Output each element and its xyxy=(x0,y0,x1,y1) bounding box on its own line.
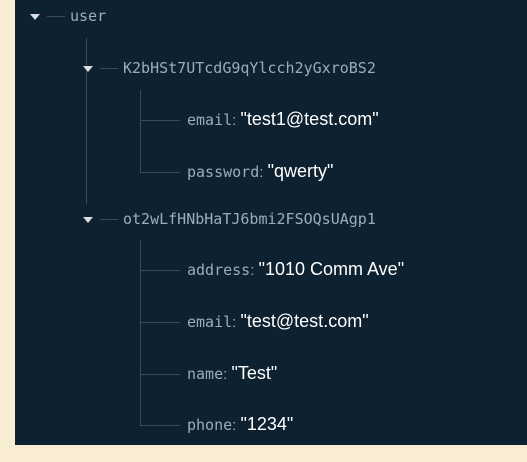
tree-connector xyxy=(140,322,180,323)
field-name-2[interactable]: name: "Test" xyxy=(187,362,277,386)
field-value[interactable]: "qwerty" xyxy=(268,161,334,181)
field-key: address xyxy=(187,261,251,279)
field-key: name xyxy=(187,365,224,383)
field-password-1[interactable]: password: "qwerty" xyxy=(187,160,333,184)
tree-connector xyxy=(140,240,141,425)
field-address-2[interactable]: address: "1010 Comm Ave" xyxy=(187,258,404,282)
field-key: phone xyxy=(187,416,233,434)
tree-connector xyxy=(47,16,65,17)
database-tree-panel: user K2bHSt7UTcdG9qYlcch2yGxroBS2 email:… xyxy=(15,0,527,445)
node-label-uid-2[interactable]: ot2wLfHNbHaTJ6bmi2FSOQsUAgp1 xyxy=(123,209,376,229)
tree-connector xyxy=(100,68,118,69)
tree-connector xyxy=(100,219,118,220)
field-value[interactable]: "1234" xyxy=(241,414,294,434)
field-colon: : xyxy=(259,164,268,181)
collapse-node-1-toggle-icon[interactable] xyxy=(80,61,96,77)
field-colon: : xyxy=(232,314,241,331)
field-key: email xyxy=(187,111,233,129)
field-value[interactable]: "1010 Comm Ave" xyxy=(259,259,405,279)
tree-connector xyxy=(140,374,180,375)
field-colon: : xyxy=(232,112,241,129)
collapse-node-2-toggle-icon[interactable] xyxy=(80,212,96,228)
field-phone-2[interactable]: phone: "1234" xyxy=(187,413,293,437)
field-colon: : xyxy=(250,262,259,279)
collapse-user-toggle-icon[interactable] xyxy=(27,9,43,25)
field-value[interactable]: "test1@test.com" xyxy=(241,109,379,129)
node-label-user[interactable]: user xyxy=(70,6,106,26)
field-colon: : xyxy=(232,417,241,434)
field-value[interactable]: "test@test.com" xyxy=(241,311,369,331)
field-email-2[interactable]: email: "test@test.com" xyxy=(187,310,369,334)
field-email-1[interactable]: email: "test1@test.com" xyxy=(187,108,379,132)
field-key: email xyxy=(187,313,233,331)
tree-connector xyxy=(140,425,180,426)
node-label-uid-1[interactable]: K2bHSt7UTcdG9qYlcch2yGxroBS2 xyxy=(123,58,376,78)
field-key: password xyxy=(187,163,260,181)
tree-connector xyxy=(140,172,180,173)
tree-connector xyxy=(140,270,180,271)
tree-connector xyxy=(140,120,180,121)
field-value[interactable]: "Test" xyxy=(231,363,277,383)
tree-connector xyxy=(140,90,141,172)
